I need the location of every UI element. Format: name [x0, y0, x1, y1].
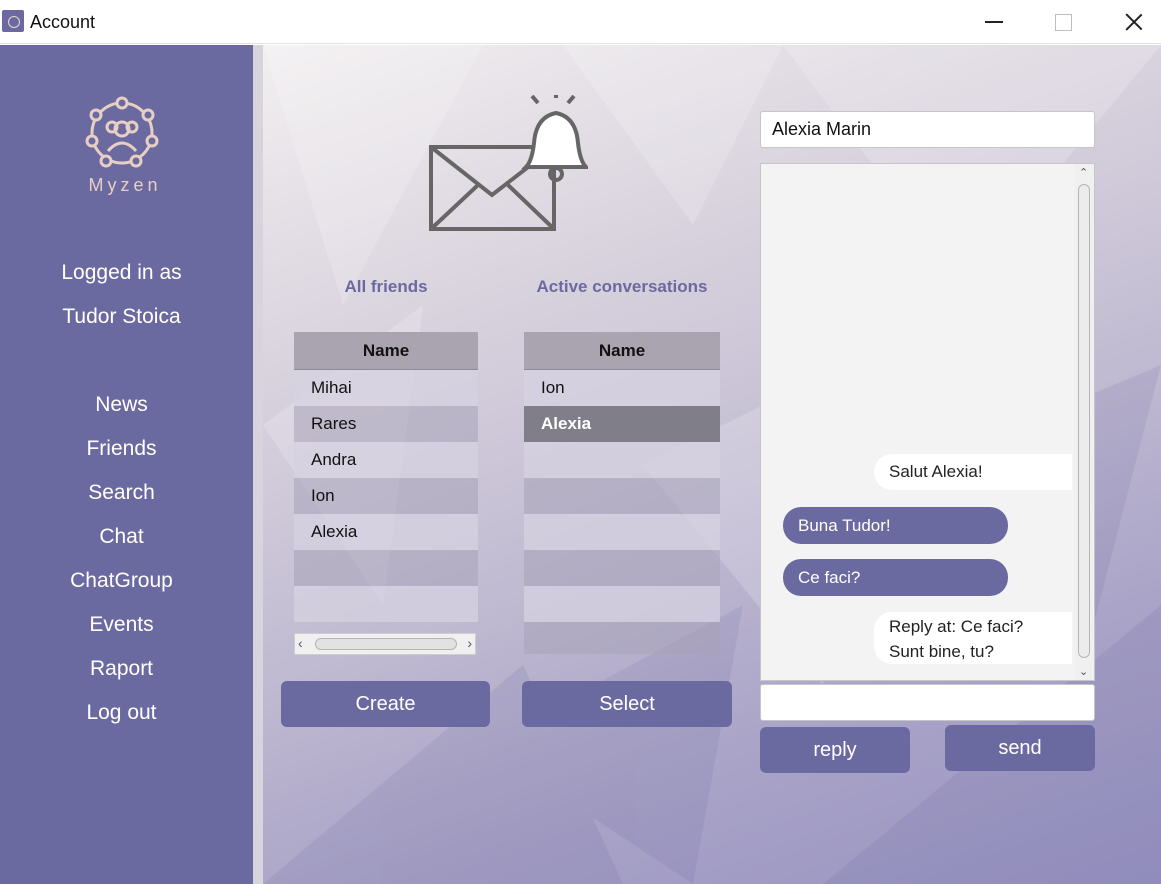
- active-conversations-title: Active conversations: [536, 277, 708, 296]
- message-outgoing: Ce faci?: [783, 559, 1008, 596]
- nav-logout[interactable]: Log out: [0, 701, 243, 725]
- message-incoming: Salut Alexia!: [874, 454, 1072, 490]
- nav-chat[interactable]: Chat: [0, 525, 243, 549]
- all-friends-title: All friends: [344, 277, 428, 296]
- scroll-thumb[interactable]: [315, 638, 457, 650]
- scroll-thumb[interactable]: [1078, 184, 1090, 658]
- empty-row: [524, 478, 720, 514]
- empty-row: [524, 550, 720, 586]
- logged-in-label: Logged in as: [61, 261, 182, 284]
- friend-row[interactable]: Rares: [294, 406, 478, 442]
- nav-search[interactable]: Search: [0, 481, 243, 505]
- chat-vertical-scrollbar[interactable]: ⌃ ⌄: [1074, 164, 1094, 680]
- chat-contact-name: Alexia Marin: [760, 111, 1095, 148]
- message-input[interactable]: [760, 684, 1095, 721]
- friends-table: Name Mihai Rares Andra Ion Alexia: [294, 332, 478, 622]
- myzen-logo: Myzen: [70, 95, 180, 195]
- message-outgoing: Buna Tudor!: [783, 507, 1008, 544]
- friend-row[interactable]: Mihai: [294, 370, 478, 406]
- conversations-table: Name Ion Alexia: [524, 332, 720, 654]
- friend-row[interactable]: Alexia: [294, 514, 478, 550]
- scroll-left-icon[interactable]: ‹: [298, 635, 303, 651]
- scroll-right-icon[interactable]: ›: [467, 635, 472, 651]
- maximize-button[interactable]: [1034, 0, 1090, 44]
- nav-friends[interactable]: Friends: [0, 437, 243, 461]
- chat-messages-area[interactable]: Salut Alexia! Buna Tudor! Ce faci? Reply…: [760, 163, 1095, 681]
- sidebar: Myzen Logged in as Tudor Stoica News Fri…: [0, 45, 253, 884]
- conversations-name-header[interactable]: Name: [524, 332, 720, 370]
- conversation-row-selected[interactable]: Alexia: [524, 406, 720, 442]
- friend-row[interactable]: Ion: [294, 478, 478, 514]
- nav-events[interactable]: Events: [0, 613, 243, 637]
- nav-chatgroup[interactable]: ChatGroup: [0, 569, 243, 593]
- nav-news[interactable]: News: [0, 393, 243, 417]
- empty-row: [524, 622, 720, 654]
- send-button[interactable]: send: [945, 725, 1095, 771]
- main-panel: All friends Active conversations Name Mi…: [263, 45, 1161, 884]
- create-button[interactable]: Create: [281, 681, 490, 727]
- scroll-down-icon[interactable]: ⌄: [1079, 665, 1088, 678]
- friends-name-header[interactable]: Name: [294, 332, 478, 370]
- reply-button[interactable]: reply: [760, 727, 910, 773]
- empty-row: [524, 514, 720, 550]
- nav-raport[interactable]: Raport: [0, 657, 243, 681]
- mail-notification-icon: [429, 95, 588, 231]
- minimize-button[interactable]: [966, 0, 1022, 44]
- friend-row[interactable]: Andra: [294, 442, 478, 478]
- sidebar-divider: [253, 45, 263, 884]
- title-bar: Account: [0, 0, 1161, 44]
- conversation-row[interactable]: Ion: [524, 370, 720, 406]
- scroll-up-icon[interactable]: ⌃: [1079, 166, 1088, 179]
- close-button[interactable]: [1105, 0, 1161, 44]
- select-button[interactable]: Select: [522, 681, 732, 727]
- empty-row: [524, 586, 720, 622]
- app-icon: [2, 10, 24, 32]
- empty-row: [524, 442, 720, 478]
- window-title: Account: [30, 12, 96, 32]
- network-people-icon: [85, 96, 159, 168]
- friends-horizontal-scrollbar[interactable]: ‹ ›: [294, 633, 476, 655]
- empty-row: [294, 586, 478, 622]
- empty-row: [294, 550, 478, 586]
- user-name: Tudor Stoica: [62, 305, 181, 328]
- message-incoming: Reply at: Ce faci? Sunt bine, tu?: [874, 612, 1072, 664]
- logo-text: Myzen: [88, 175, 162, 195]
